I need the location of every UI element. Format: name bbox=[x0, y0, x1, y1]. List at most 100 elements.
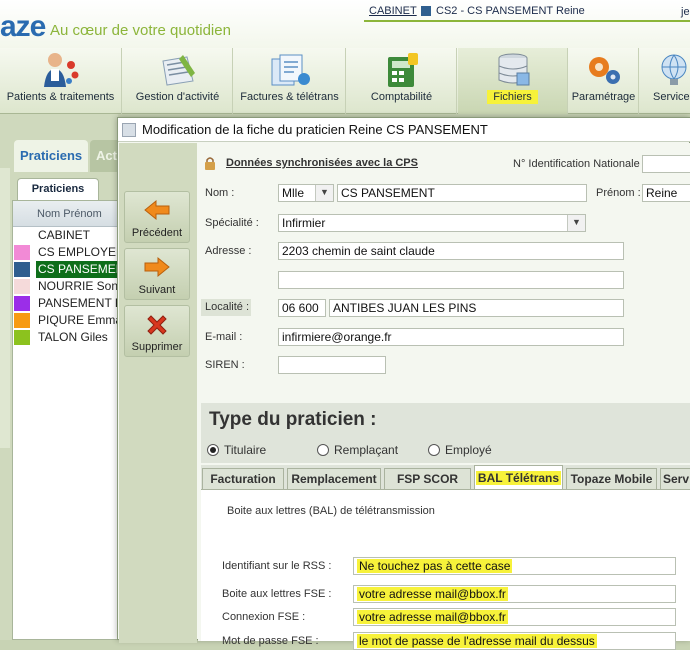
prenom-input[interactable]: Reine bbox=[642, 184, 690, 202]
rss-label: Identifiant sur le RSS : bbox=[222, 560, 332, 572]
toolbar-accounting-button[interactable]: Comptabilité bbox=[347, 48, 457, 114]
adresse-line1-input[interactable]: 2203 chemin de saint claude bbox=[278, 242, 624, 260]
bal-fse-input[interactable]: votre adresse mail@bbox.fr bbox=[353, 585, 676, 603]
radio-titulaire-label: Titulaire bbox=[224, 443, 267, 457]
column-header-name[interactable]: Nom Prénom bbox=[13, 201, 117, 227]
toolbar-files-label: Fichiers bbox=[458, 90, 567, 104]
gears-icon bbox=[584, 51, 624, 92]
radio-remplacant-label: Remplaçant bbox=[334, 443, 399, 457]
list-item[interactable]: CS PANSEMENT bbox=[13, 261, 117, 278]
app-header: aze Au cœur de votre quotidien CABINET C… bbox=[0, 0, 690, 48]
toolbar-patients-label: Patients & traitements bbox=[6, 91, 115, 103]
toolbar-activity-button[interactable]: Gestion d'activité bbox=[123, 48, 233, 114]
tab-topaze-mobile[interactable]: Topaze Mobile bbox=[566, 468, 657, 489]
rss-input[interactable]: Ne touchez pas à cette case bbox=[353, 557, 676, 575]
radio-remplacant[interactable]: Remplaçant bbox=[317, 443, 398, 457]
adresse-line2-input[interactable] bbox=[278, 271, 624, 289]
arrow-right-icon bbox=[143, 255, 171, 282]
conn-fse-input[interactable]: votre adresse mail@bbox.fr bbox=[353, 608, 676, 626]
ville-input[interactable]: ANTIBES JUAN LES PINS bbox=[329, 299, 624, 317]
practitioner-tabs: Facturation Remplacement FSP SCOR BAL Té… bbox=[201, 465, 690, 489]
current-practitioner: CS2 - CS PANSEMENT Reine bbox=[436, 5, 585, 17]
toolbar-service-button[interactable]: Service bbox=[640, 48, 690, 114]
globe-icon bbox=[656, 51, 690, 92]
practitioner-type-title: Type du praticien : bbox=[209, 409, 377, 430]
nom-input[interactable]: CS PANSEMENT bbox=[337, 184, 587, 202]
radio-unchecked-icon bbox=[317, 444, 329, 456]
radio-titulaire[interactable]: Titulaire bbox=[207, 443, 266, 457]
practitioner-dialog: Modification de la fiche du praticien Re… bbox=[117, 117, 690, 650]
adresse-label: Adresse : bbox=[205, 245, 252, 257]
color-swatch bbox=[14, 296, 30, 311]
radio-unchecked-icon bbox=[428, 444, 440, 456]
tab-services[interactable]: Serv bbox=[660, 468, 690, 489]
color-swatch bbox=[14, 262, 30, 277]
list-item[interactable]: PIQURE Emma bbox=[13, 312, 117, 329]
toolbar-patients-button[interactable]: Patients & traitements bbox=[0, 48, 122, 114]
tab-facturation[interactable]: Facturation bbox=[202, 468, 284, 489]
app-window-icon bbox=[122, 123, 136, 137]
arrow-left-icon bbox=[143, 198, 171, 225]
next-button[interactable]: Suivant bbox=[124, 248, 190, 300]
siren-input[interactable] bbox=[278, 356, 386, 374]
list-item-name: NOURRIE Sonia bbox=[38, 279, 117, 293]
list-item[interactable]: PANSEMENT P bbox=[13, 295, 117, 312]
toolbar-files-button[interactable]: Fichiers bbox=[458, 48, 568, 114]
chevron-down-icon: ▼ bbox=[315, 185, 333, 201]
previous-button[interactable]: Précédent bbox=[124, 191, 190, 243]
specialite-select[interactable]: Infirmier ▼ bbox=[278, 214, 586, 232]
practitioner-color-swatch bbox=[421, 6, 431, 16]
patients-icon bbox=[38, 51, 84, 92]
toolbar-invoices-button[interactable]: Factures & télétrans bbox=[234, 48, 346, 114]
list-item[interactable]: CABINET bbox=[13, 227, 117, 244]
dialog-titlebar: Modification de la fiche du praticien Re… bbox=[118, 118, 690, 142]
bal-title: Boite aux lettres (BAL) de télétransmiss… bbox=[227, 505, 435, 517]
color-swatch bbox=[14, 279, 30, 294]
list-item[interactable]: NOURRIE Sonia bbox=[13, 278, 117, 295]
toolbar-settings-label: Paramétrage bbox=[571, 91, 636, 103]
specialite-value: Infirmier bbox=[282, 216, 326, 230]
email-label: E-mail : bbox=[205, 331, 243, 343]
tab-fsp-scor[interactable]: FSP SCOR bbox=[384, 468, 471, 489]
tab-bal-teletrans[interactable]: BAL Télétrans bbox=[474, 465, 563, 489]
toolbar-settings-button[interactable]: Paramétrage bbox=[569, 48, 639, 114]
color-swatch bbox=[14, 330, 30, 345]
list-item-name: CABINET bbox=[38, 228, 91, 242]
email-input[interactable]: infirmiere@orange.fr bbox=[278, 328, 624, 346]
invoices-icon bbox=[268, 51, 312, 92]
previous-label: Précédent bbox=[131, 227, 183, 239]
list-item-name: PIQURE Emma bbox=[38, 313, 117, 327]
list-item-name: CS EMPLOYEE bbox=[38, 245, 117, 259]
radio-employe[interactable]: Employé bbox=[428, 443, 492, 457]
radio-employe-label: Employé bbox=[445, 443, 492, 457]
civilite-value: Mlle bbox=[282, 186, 305, 200]
color-swatch bbox=[14, 228, 30, 243]
toolbar-accounting-label: Comptabilité bbox=[370, 91, 433, 103]
pwd-fse-input[interactable]: le mot de passe de l'adresse mail du des… bbox=[353, 632, 676, 650]
practitioner-list: Nom Prénom CABINET CS EMPLOYEE CS PANSEME N… bbox=[12, 200, 118, 640]
civilite-select[interactable]: Mlle ▼ bbox=[278, 184, 334, 202]
app-tagline: Au cœur de votre quotidien bbox=[50, 22, 231, 39]
accounting-icon bbox=[382, 51, 422, 92]
toolbar-invoices-label: Factures & télétrans bbox=[240, 91, 339, 103]
bal-tab-content: Boite aux lettres (BAL) de télétransmiss… bbox=[201, 489, 690, 650]
tab-praticiens[interactable]: Praticiens bbox=[14, 140, 89, 172]
main-toolbar: Patients & traitements Gestion d'activit… bbox=[0, 48, 690, 114]
delete-button[interactable]: Supprimer bbox=[124, 305, 190, 357]
practitioner-type-panel: Type du praticien : Titulaire Remplaçant… bbox=[201, 403, 690, 463]
postal-code-input[interactable]: 06 600 bbox=[278, 299, 326, 317]
subtab-praticiens[interactable]: Praticiens bbox=[17, 178, 99, 200]
list-item[interactable]: TALON Giles bbox=[13, 329, 117, 346]
dialog-nav-column: Précédent Suivant Supprimer bbox=[119, 143, 197, 643]
list-item-name: CS PANSEMENT bbox=[36, 261, 117, 278]
list-item[interactable]: CS EMPLOYEE bbox=[13, 244, 117, 261]
cabinet-link[interactable]: CABINET bbox=[369, 5, 417, 17]
nat-id-input[interactable] bbox=[642, 155, 690, 173]
left-gutter bbox=[0, 168, 10, 448]
color-swatch bbox=[14, 313, 30, 328]
database-icon bbox=[493, 51, 533, 92]
tab-remplacement[interactable]: Remplacement bbox=[287, 468, 381, 489]
next-label: Suivant bbox=[138, 284, 176, 296]
radio-checked-icon bbox=[207, 444, 219, 456]
chevron-down-icon: ▼ bbox=[567, 215, 585, 231]
